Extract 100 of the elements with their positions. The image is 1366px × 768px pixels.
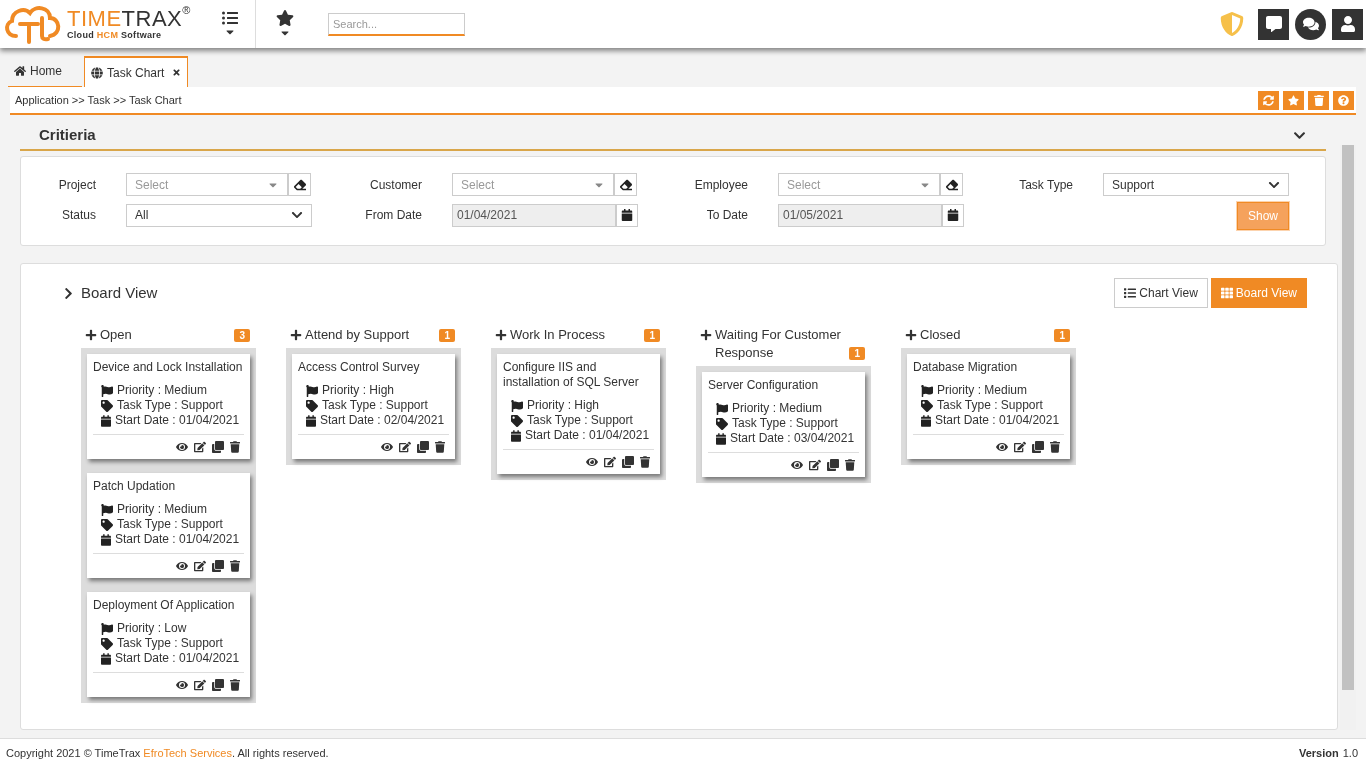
tag-icon bbox=[306, 399, 318, 412]
field-label: Task Type bbox=[1018, 176, 1074, 194]
card-detail: Task Type : Support bbox=[117, 398, 223, 413]
flag-icon bbox=[511, 399, 523, 412]
copy-icon[interactable] bbox=[212, 679, 224, 691]
task-card[interactable]: Configure IIS and installation of SQL Server Priority : High Task Type : Support Start Date : 01/04/2021 bbox=[497, 354, 660, 474]
field-label: Status bbox=[60, 207, 97, 224]
view-icon[interactable] bbox=[176, 679, 188, 691]
copy-icon[interactable] bbox=[212, 441, 224, 453]
edit-icon[interactable] bbox=[194, 679, 206, 691]
view-icon[interactable] bbox=[791, 459, 803, 471]
tag-icon bbox=[511, 414, 523, 427]
clear-button[interactable] bbox=[614, 173, 637, 196]
card-detail: Start Date : 03/04/2021 bbox=[730, 431, 855, 446]
card-detail: Task Type : Support bbox=[322, 398, 428, 413]
calendar-button[interactable] bbox=[616, 203, 638, 227]
calendar-button[interactable] bbox=[942, 203, 964, 227]
view-toggle-button[interactable]: Chart View bbox=[1114, 278, 1208, 308]
dropdown-field[interactable]: All bbox=[126, 203, 312, 227]
brand-name: TIMETRAX bbox=[67, 8, 183, 30]
delete-icon[interactable] bbox=[435, 441, 445, 453]
delete-icon[interactable] bbox=[640, 456, 650, 468]
count-badge: 1 bbox=[439, 329, 455, 342]
copy-icon[interactable] bbox=[417, 441, 429, 453]
field-label: Project bbox=[57, 176, 97, 194]
card-title: Deployment Of Application bbox=[93, 598, 236, 613]
date-field[interactable]: 01/04/2021 bbox=[452, 203, 616, 227]
field-label: Employee bbox=[693, 176, 749, 194]
dropdown-field[interactable]: Support bbox=[1103, 173, 1289, 196]
user-icon bbox=[1339, 16, 1356, 32]
task-card[interactable]: Device and Lock Installation Priority : Medium Task Type : Support Start Date : 01/04/2021 bbox=[87, 354, 250, 459]
add-icon[interactable] bbox=[700, 329, 712, 341]
tag-icon bbox=[921, 399, 933, 412]
delete-icon[interactable] bbox=[1050, 441, 1060, 453]
card-title: Server Configuration bbox=[708, 378, 820, 393]
list-icon bbox=[1124, 287, 1137, 299]
task-card[interactable]: Server Configuration Priority : Medium Task Type : Support Start Date : 03/04/2021 bbox=[702, 372, 865, 477]
copy-icon[interactable] bbox=[212, 560, 224, 572]
section-title: Board View bbox=[81, 282, 158, 303]
tag-icon bbox=[101, 399, 113, 412]
eraser-icon bbox=[293, 178, 306, 191]
delete-icon[interactable] bbox=[845, 459, 855, 471]
date-field[interactable]: 01/05/2021 bbox=[778, 203, 942, 227]
task-card[interactable]: Database Migration Priority : Medium Task Type : Support Start Date : 01/04/2021 bbox=[907, 354, 1070, 459]
count-badge: 3 bbox=[234, 329, 250, 342]
section-title: Critieria bbox=[39, 124, 96, 145]
edit-icon[interactable] bbox=[194, 560, 206, 572]
delete-icon[interactable] bbox=[230, 560, 240, 572]
flag-icon bbox=[101, 503, 113, 516]
brand-tagline: Cloud HCM Software bbox=[67, 31, 163, 40]
trash-icon bbox=[1313, 94, 1324, 106]
version-label: Version bbox=[1298, 746, 1339, 762]
flag-icon bbox=[101, 622, 113, 635]
breadcrumb: Application >> Task >> Task Chart bbox=[15, 92, 182, 108]
registered-mark: ® bbox=[182, 5, 191, 16]
edit-icon[interactable] bbox=[194, 441, 206, 453]
view-icon[interactable] bbox=[996, 441, 1008, 453]
card-detail: Start Date : 01/04/2021 bbox=[115, 413, 240, 428]
tab[interactable]: Task Chart bbox=[84, 56, 189, 87]
globe-icon bbox=[91, 66, 103, 79]
edit-icon[interactable] bbox=[604, 456, 616, 468]
user-button[interactable] bbox=[1332, 8, 1363, 40]
add-icon[interactable] bbox=[495, 329, 507, 341]
chat-button[interactable] bbox=[1295, 8, 1326, 40]
task-card[interactable]: Access Control Survey Priority : High Task Type : Support Start Date : 02/04/2021 bbox=[292, 354, 455, 459]
close-icon[interactable] bbox=[172, 68, 182, 77]
search-field[interactable]: Search... bbox=[328, 12, 465, 36]
card-detail: Priority : High bbox=[322, 383, 395, 398]
edit-icon[interactable] bbox=[399, 441, 411, 453]
clear-button[interactable] bbox=[288, 173, 311, 196]
calendar-icon bbox=[947, 209, 959, 221]
card-detail: Priority : Medium bbox=[117, 502, 208, 517]
delete-icon[interactable] bbox=[230, 679, 240, 691]
card-detail: Priority : Medium bbox=[117, 383, 208, 398]
card-detail: Start Date : 01/04/2021 bbox=[525, 428, 650, 443]
edit-icon[interactable] bbox=[1014, 441, 1026, 453]
copy-icon[interactable] bbox=[622, 456, 634, 468]
help-icon bbox=[1338, 94, 1349, 106]
flag-icon bbox=[716, 402, 728, 415]
view-icon[interactable] bbox=[176, 560, 188, 572]
column-title: Open bbox=[100, 326, 132, 344]
copy-icon[interactable] bbox=[827, 459, 839, 471]
add-icon[interactable] bbox=[905, 329, 917, 341]
chevron-right-icon[interactable] bbox=[62, 286, 75, 300]
clear-button[interactable] bbox=[940, 173, 963, 196]
add-icon[interactable] bbox=[85, 329, 97, 341]
view-icon[interactable] bbox=[176, 441, 188, 453]
calendar-icon bbox=[621, 209, 633, 221]
field-label: To Date bbox=[705, 207, 749, 224]
task-card[interactable]: Patch Updation Priority : Medium Task Type : Support Start Date : 01/04/2021 bbox=[87, 473, 250, 578]
star-icon bbox=[276, 9, 294, 27]
view-icon[interactable] bbox=[586, 456, 598, 468]
logo[interactable]: TIMETRAX® Cloud HCM Software bbox=[0, 2, 205, 46]
copy-icon[interactable] bbox=[1032, 441, 1044, 453]
view-icon[interactable] bbox=[381, 441, 393, 453]
notes-button[interactable] bbox=[1258, 8, 1289, 40]
task-card[interactable]: Deployment Of Application Priority : Low Task Type : Support Start Date : 01/04/2021 bbox=[87, 592, 250, 697]
add-icon[interactable] bbox=[290, 329, 302, 341]
edit-icon[interactable] bbox=[809, 459, 821, 471]
delete-icon[interactable] bbox=[230, 441, 240, 453]
